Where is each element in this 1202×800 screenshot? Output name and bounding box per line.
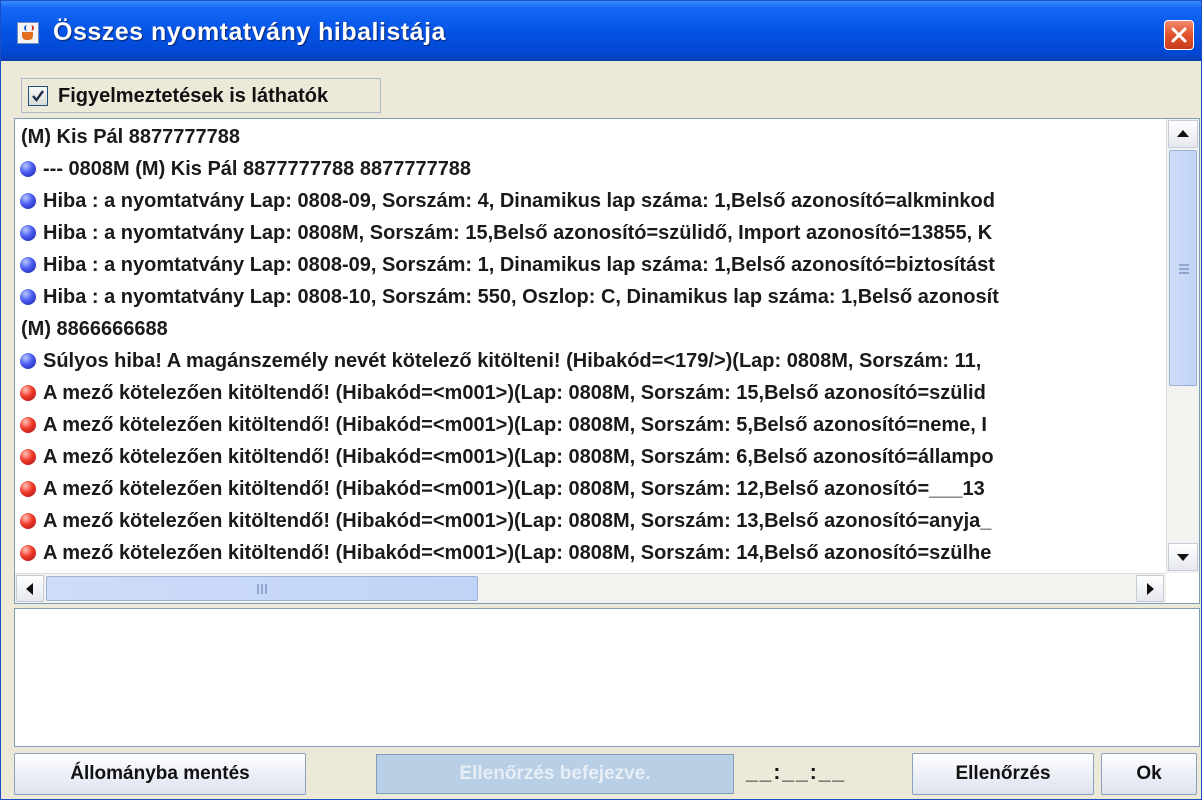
check-button[interactable]: Ellenőrzés [912,753,1094,795]
arrow-down-icon [1177,554,1189,561]
scroll-down-button[interactable] [1168,543,1198,571]
java-cup-icon[interactable] [17,22,39,44]
red-dot-icon [20,481,36,497]
list-item[interactable]: --- 0808M (M) Kis Pál 8877777788 8877777… [15,153,1166,185]
red-dot-icon [20,545,36,561]
list-item-text: Hiba : a nyomtatvány Lap: 0808-10, Sorsz… [43,286,999,308]
scroll-left-button[interactable] [16,575,44,602]
blue-dot-icon [20,353,36,369]
list-item-text: A mező kötelezően kitöltendő! (Hibakód=<… [43,542,992,564]
list-item-text: (M) 8866666688 [21,318,168,340]
blue-dot-icon [20,257,36,273]
list-group-header[interactable]: (M) Kis Pál 8877777788 [15,121,1166,153]
close-button[interactable] [1164,20,1194,50]
list-item-text: A mező kötelezően kitöltendő! (Hibakód=<… [43,510,992,532]
window-title: Összes nyomtatvány hibalistája [53,18,446,46]
blue-dot-icon [20,161,36,177]
list-item[interactable]: A mező kötelezően kitöltendő! (Hibakód=<… [15,409,1166,441]
red-dot-icon [20,417,36,433]
list-item-text: Hiba : a nyomtatvány Lap: 0808-09, Sorsz… [43,254,995,276]
red-dot-icon [20,449,36,465]
vertical-scroll-thumb[interactable] [1169,150,1197,386]
list-item-text: (M) Kis Pál 8877777788 [21,126,241,148]
show-warnings-label: Figyelmeztetések is láthatók [58,85,329,107]
list-item-text: Hiba : a nyomtatvány Lap: 0808M, Sorszám… [43,222,993,244]
list-item-text: A mező kötelezően kitöltendő! (Hibakód=<… [43,478,985,500]
ok-button[interactable]: Ok [1101,753,1197,795]
horizontal-scrollbar[interactable] [15,573,1166,603]
elapsed-timer: __:__:__ [746,761,847,784]
grip-icon [1179,264,1189,274]
list-item[interactable]: Hiba : a nyomtatvány Lap: 0808-09, Sorsz… [15,249,1166,281]
list-item[interactable]: Súlyos hiba! A magánszemély nevét kötele… [15,345,1166,377]
arrow-right-icon [1147,583,1154,595]
horizontal-scroll-thumb[interactable] [46,576,478,601]
red-dot-icon [20,385,36,401]
red-dot-icon [20,513,36,529]
list-item-text: Súlyos hiba! A magánszemély nevét kötele… [43,350,982,372]
list-group-header[interactable]: (M) 8866666688 [15,313,1166,345]
blue-dot-icon [20,193,36,209]
list-item-text: A mező kötelezően kitöltendő! (Hibakód=<… [43,382,986,404]
list-item[interactable]: A mező kötelezően kitöltendő! (Hibakód=<… [15,537,1166,569]
list-item[interactable]: A mező kötelezően kitöltendő! (Hibakód=<… [15,505,1166,537]
list-item[interactable]: A mező kötelezően kitöltendő! (Hibakód=<… [15,377,1166,409]
list-item[interactable]: Hiba : a nyomtatvány Lap: 0808M, Sorszám… [15,217,1166,249]
save-to-file-button[interactable]: Állományba mentés [14,753,306,795]
blue-dot-icon [20,289,36,305]
vertical-scrollbar[interactable] [1166,119,1199,573]
list-item-text: A mező kötelezően kitöltendő! (Hibakód=<… [43,414,987,436]
checkmark-icon [32,90,44,102]
scroll-right-button[interactable] [1136,575,1164,602]
check-status-bar: Ellenőrzés befejezve. [376,754,734,794]
list-item[interactable]: A mező kötelezően kitöltendő! (Hibakód=<… [15,473,1166,505]
error-list-viewport[interactable]: (M) Kis Pál 8877777788 --- 0808M (M) Kis… [15,119,1166,573]
arrow-up-icon [1177,130,1189,137]
blue-dot-icon [20,225,36,241]
error-list[interactable]: (M) Kis Pál 8877777788 --- 0808M (M) Kis… [14,118,1200,604]
show-warnings-checkbox[interactable]: Figyelmeztetések is láthatók [21,78,381,113]
list-item[interactable]: Hiba : a nyomtatvány Lap: 0808-09, Sorsz… [15,185,1166,217]
title-bar[interactable]: Összes nyomtatvány hibalistája [1,1,1201,61]
list-item[interactable]: A mező kötelezően kitöltendő! (Hibakód=<… [15,441,1166,473]
scroll-up-button[interactable] [1168,120,1198,148]
arrow-left-icon [26,583,33,595]
error-detail-area[interactable] [14,608,1200,747]
list-item-text: A mező kötelezően kitöltendő! (Hibakód=<… [43,446,994,468]
list-item[interactable]: Hiba : a nyomtatvány Lap: 0808-10, Sorsz… [15,281,1166,313]
error-list-dialog: Összes nyomtatvány hibalistája Figyelmez… [0,0,1202,800]
grip-icon [257,584,267,594]
checkbox-box[interactable] [28,86,48,106]
close-icon [1171,27,1187,43]
scroll-corner [1166,573,1199,603]
list-item-text: Hiba : a nyomtatvány Lap: 0808-09, Sorsz… [43,190,995,212]
list-item-text: --- 0808M (M) Kis Pál 8877777788 8877777… [43,158,472,180]
